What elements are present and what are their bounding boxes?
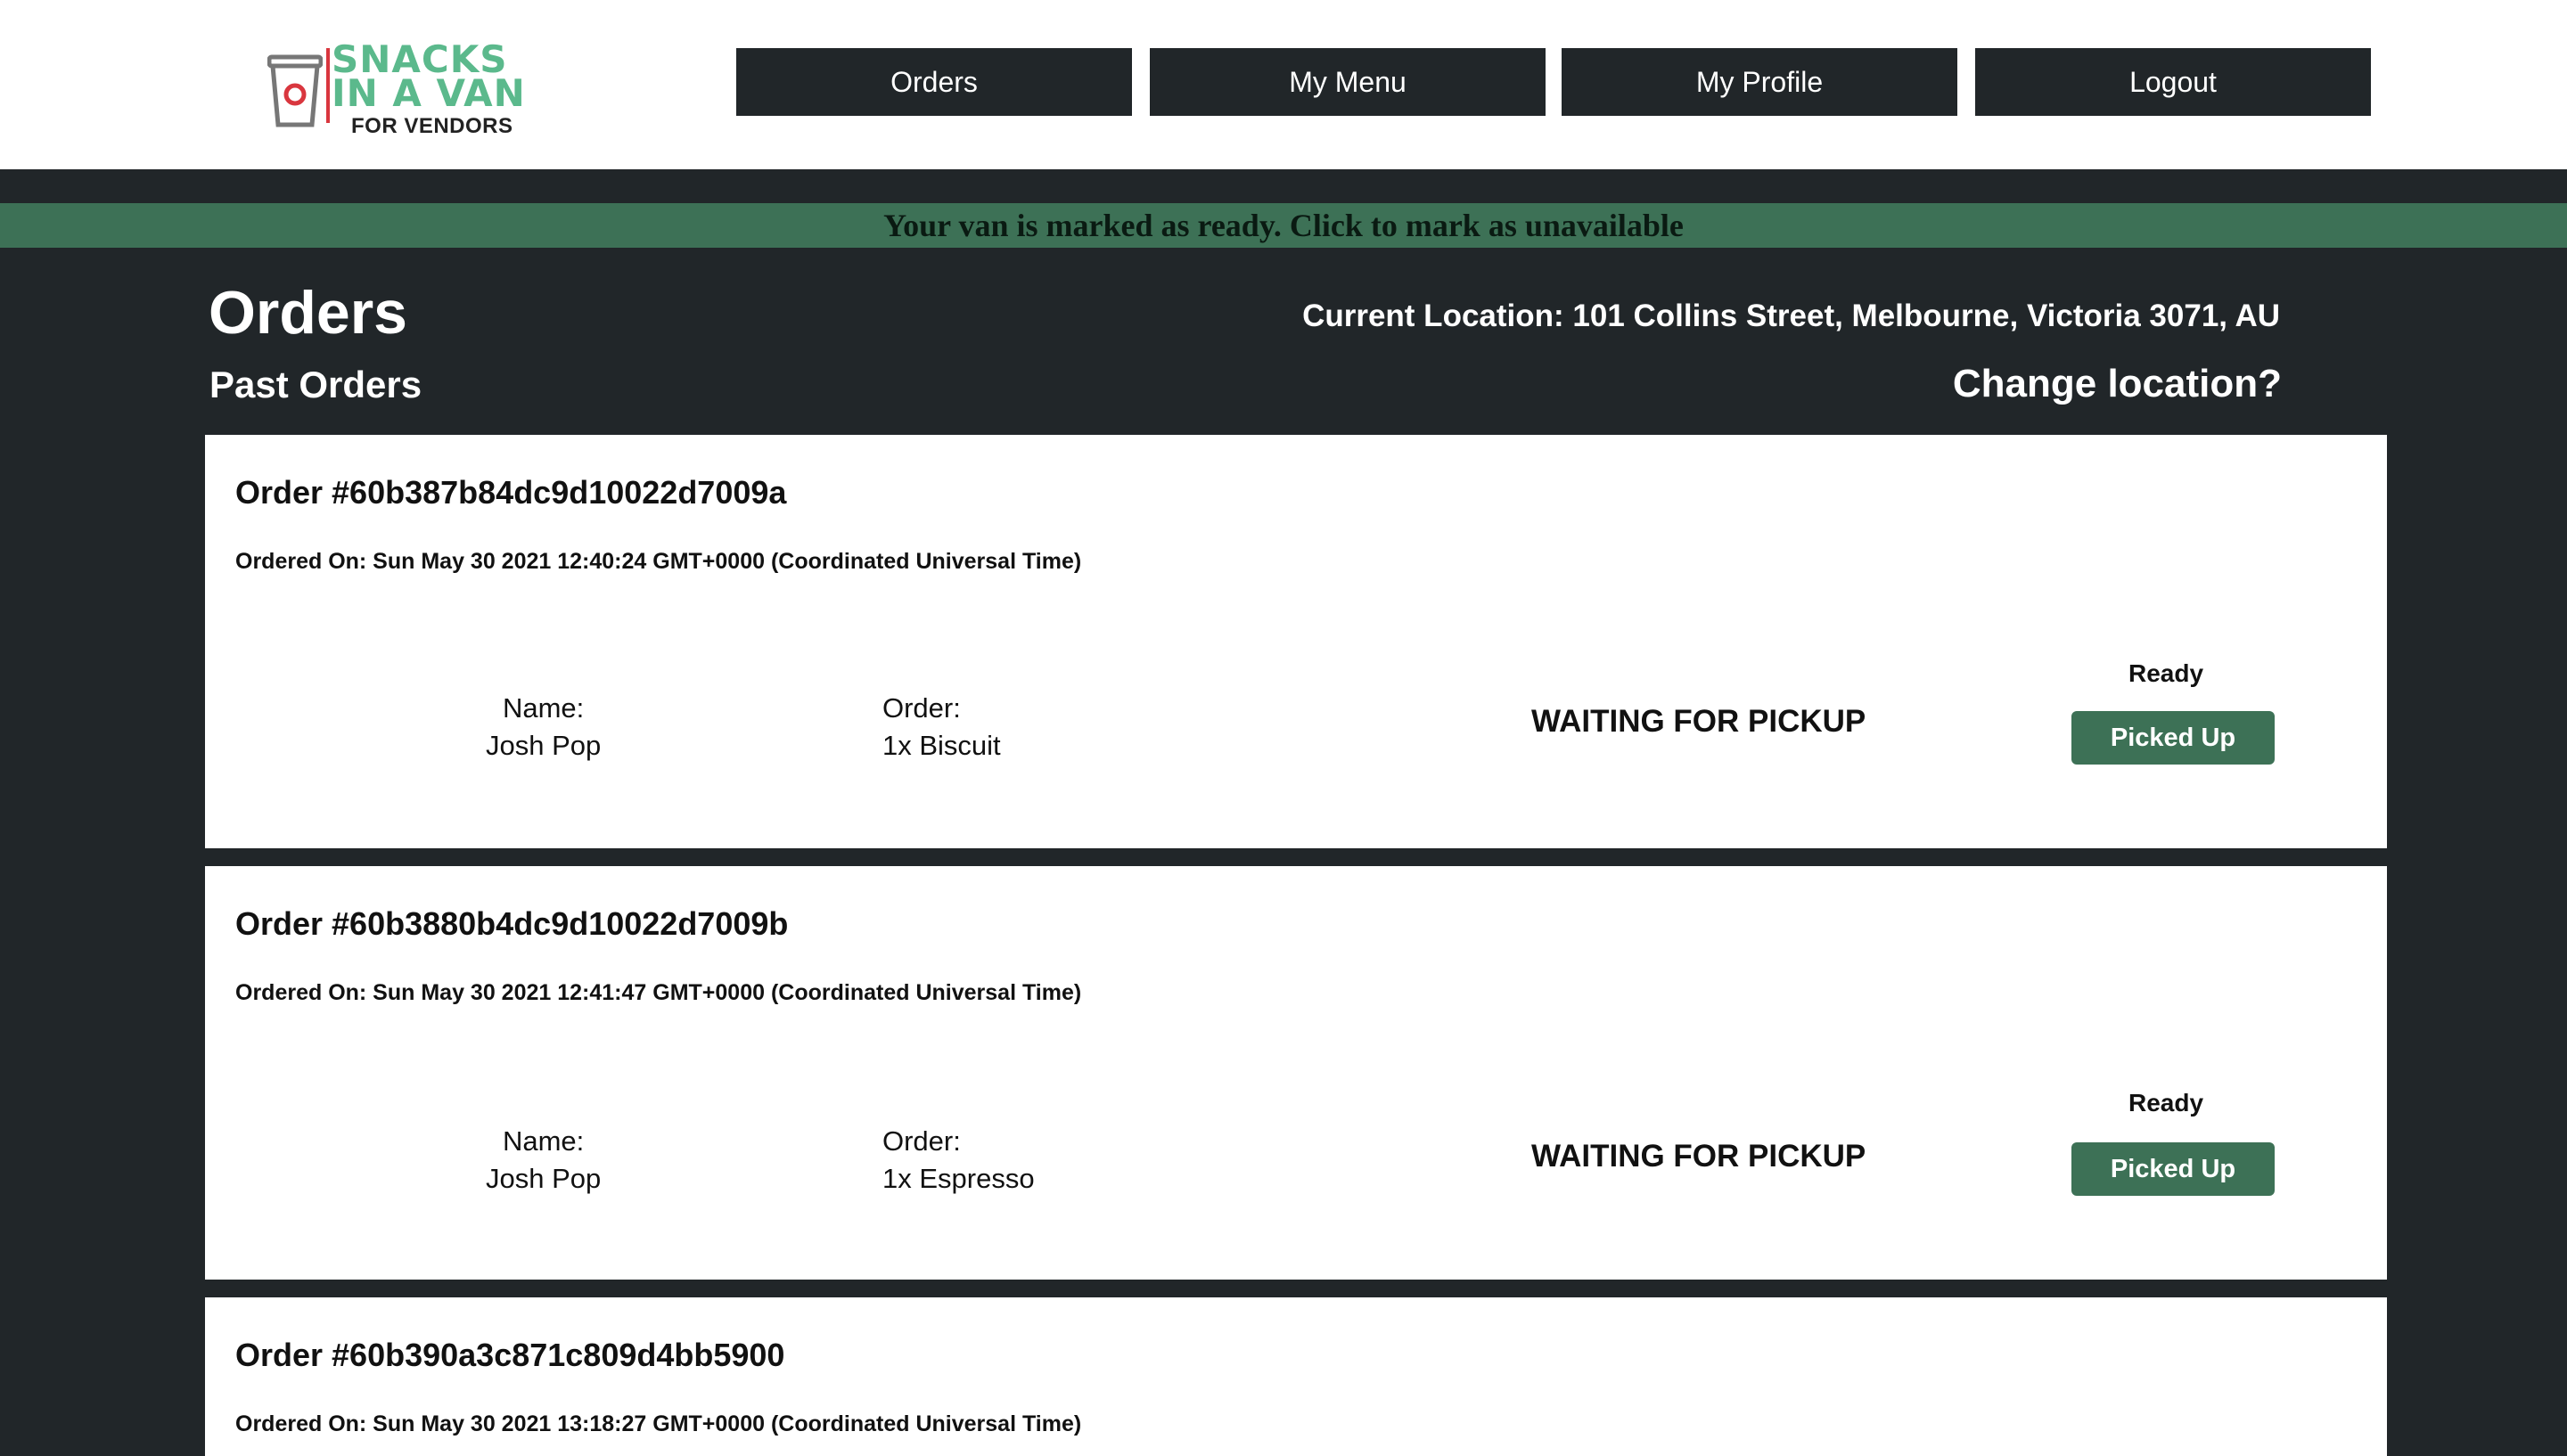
van-status-banner[interactable]: Your van is marked as ready. Click to ma… [0, 203, 2567, 248]
brand-logo[interactable]: SNACKS IN A VAN FOR VENDORS [267, 41, 526, 146]
order-label: Order: [882, 1125, 961, 1157]
order-timestamp: Ordered On: Sun May 30 2021 12:41:47 GMT… [235, 980, 1082, 1005]
order-items-field: Order: 1x Espresso [882, 1123, 1035, 1198]
customer-name: Josh Pop [486, 1163, 602, 1194]
current-location: Current Location: 101 Collins Street, Me… [1302, 299, 2280, 333]
order-timestamp: Ordered On: Sun May 30 2021 12:40:24 GMT… [235, 549, 1082, 574]
order-id: Order #60b3880b4dc9d10022d7009b [235, 905, 789, 942]
customer-name: Josh Pop [486, 730, 602, 761]
order-status: WAITING FOR PICKUP [1531, 1139, 1866, 1174]
order-items: 1x Biscuit [882, 730, 1001, 761]
order-card: Order #60b390a3c871c809d4bb5900 Ordered … [205, 1297, 2387, 1456]
order-items-field: Order: 1x Biscuit [882, 690, 1001, 765]
order-card: Order #60b387b84dc9d10022d7009a Ordered … [205, 435, 2387, 848]
page-title: Orders [209, 279, 407, 347]
name-label: Name: [502, 1125, 585, 1157]
customer-name-field: Name: Josh Pop [486, 690, 601, 765]
order-label: Order: [882, 692, 961, 724]
picked-up-button[interactable]: Picked Up [2071, 711, 2275, 765]
section-title: Past Orders [209, 364, 422, 405]
customer-name-field: Name: Josh Pop [486, 1123, 601, 1198]
nav-my-profile-button[interactable]: My Profile [1562, 48, 1957, 116]
name-label: Name: [502, 692, 585, 724]
logo-subtitle: FOR VENDORS [351, 114, 513, 138]
order-card: Order #60b3880b4dc9d10022d7009b Ordered … [205, 866, 2387, 1280]
nav-my-menu-button[interactable]: My Menu [1150, 48, 1546, 116]
order-items: 1x Espresso [882, 1163, 1035, 1194]
picked-up-button[interactable]: Picked Up [2071, 1142, 2275, 1196]
order-id: Order #60b390a3c871c809d4bb5900 [235, 1337, 785, 1373]
top-header: SNACKS IN A VAN FOR VENDORS Orders My Me… [0, 0, 2567, 169]
nav-logout-button[interactable]: Logout [1975, 48, 2371, 116]
change-location-link[interactable]: Change location? [1953, 362, 2282, 406]
nav-orders-button[interactable]: Orders [736, 48, 1132, 116]
order-id: Order #60b387b84dc9d10022d7009a [235, 474, 787, 511]
coffee-cup-icon [267, 54, 323, 127]
ready-label: Ready [2128, 659, 2204, 687]
logo-divider [326, 48, 330, 123]
order-timestamp: Ordered On: Sun May 30 2021 13:18:27 GMT… [235, 1411, 1082, 1436]
ready-label: Ready [2128, 1089, 2204, 1117]
order-status: WAITING FOR PICKUP [1531, 704, 1866, 739]
logo-text-line2: IN A VAN [332, 71, 526, 115]
